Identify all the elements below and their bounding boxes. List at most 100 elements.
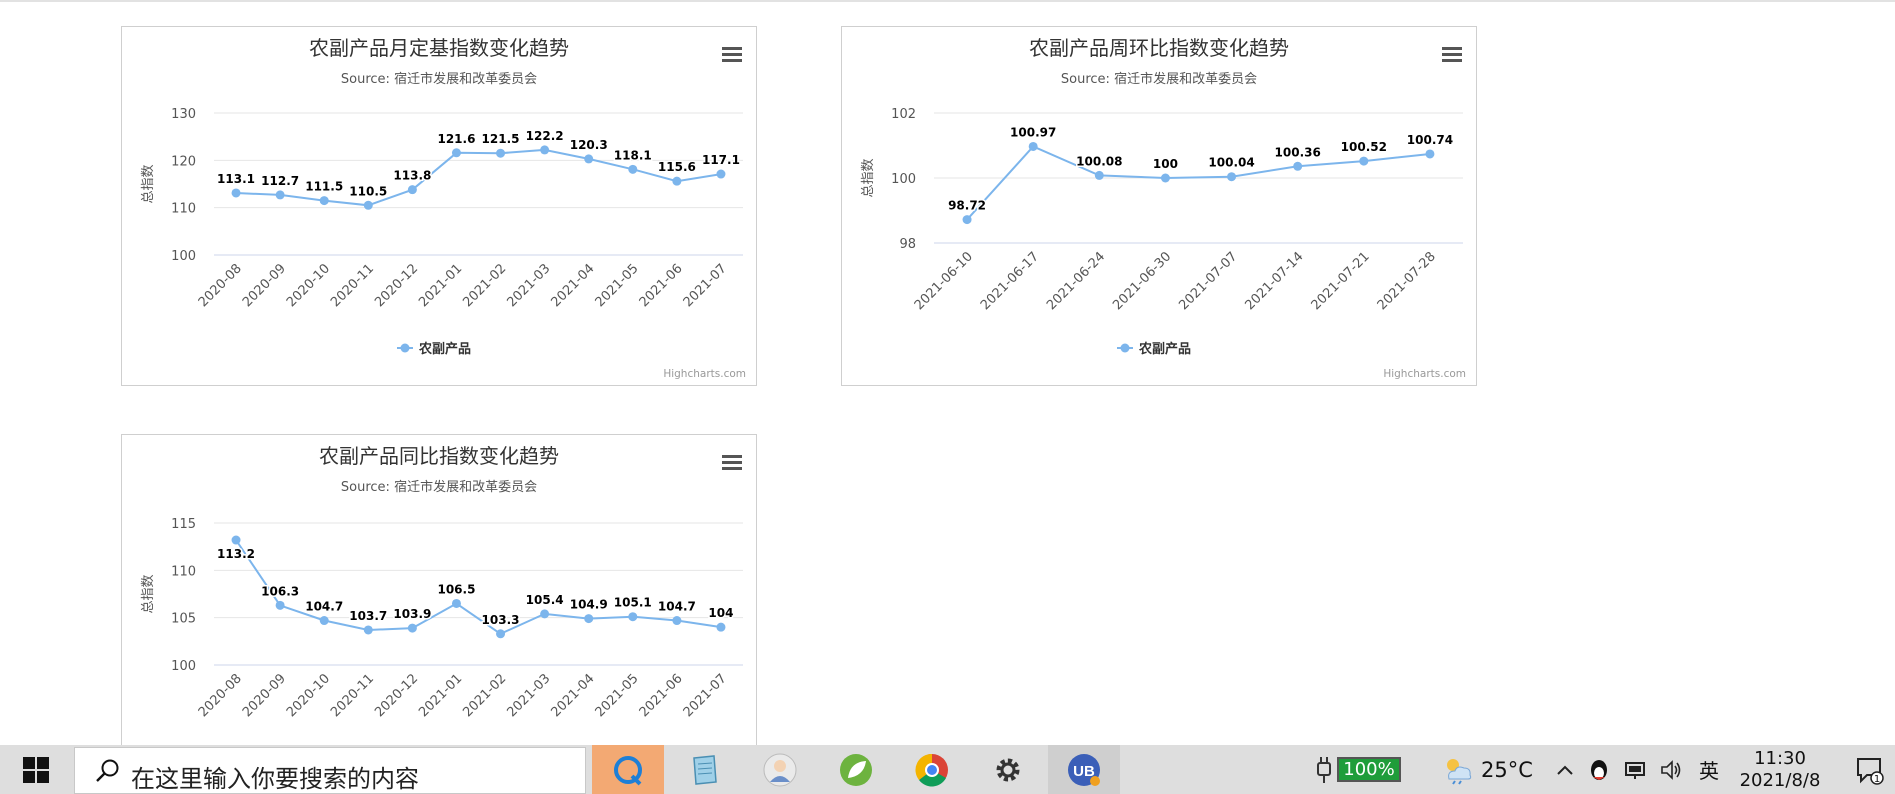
x-tick-label: 2021-05 [593,671,642,720]
x-tick-label: 2021-03 [504,261,553,310]
data-label: 100.97 [1010,125,1056,139]
x-tick-label: 2021-07 [681,261,730,310]
chart-title: 农副产品月定基指数变化趋势 [309,36,569,60]
chart-subtitle: Source: 宿迁市发展和改革委员会 [341,479,537,495]
y-tick-label: 130 [171,107,196,122]
y-axis-label: 总指数 [861,158,876,197]
data-label: 100.04 [1208,156,1254,170]
menu-line [722,47,742,50]
y-tick-label: 100 [171,249,196,264]
legend-marker [400,343,410,353]
taskbar-app-settings[interactable] [972,745,1044,794]
y-tick-label: 110 [171,202,196,217]
x-tick-label: 2020-09 [240,671,289,720]
x-tick-label: 2021-06-10 [912,249,976,313]
data-label: 118.1 [614,148,652,162]
qq-penguin-icon [1591,759,1607,780]
y-tick-label: 100 [891,172,916,187]
y-tick-label: 98 [899,237,916,252]
clock[interactable]: 11:30 2021/8/8 [1728,745,1832,794]
x-tick-label: 2020-08 [196,261,245,310]
taskbar-app-notepad[interactable] [668,745,740,794]
notepad-icon [693,754,717,785]
x-tick-label: 2021-01 [416,671,465,720]
tray-overflow-button[interactable] [1550,745,1580,794]
taskbar-search-box[interactable]: 在这里输入你要搜索的内容 [74,747,586,794]
weather-widget[interactable]: 25°C [1432,745,1542,794]
x-tick-label: 2021-02 [460,671,509,720]
legend-label: 农副产品 [418,341,471,357]
ub-app-icon: UB [1068,753,1100,786]
data-label: 113.1 [217,172,255,186]
data-point [1227,172,1237,182]
y-tick-label: 115 [171,517,196,532]
gear-icon [996,758,1020,781]
tray-qq[interactable] [1584,745,1614,794]
data-label: 103.9 [393,607,431,621]
data-label: 105.4 [526,593,564,607]
chart-container-monthly-base: 农副产品月定基指数变化趋势 Source: 宿迁市发展和改革委员会 总指数 100 11… [121,26,757,386]
x-tick-label: 2021-06-24 [1044,249,1108,313]
menu-line [722,455,742,458]
x-tick-label: 2021-07-21 [1309,249,1373,313]
weather-temperature: 25°C [1481,757,1533,782]
battery-indicator[interactable]: 100% [1312,745,1402,794]
chart-container-yoy: 农副产品同比指数变化趋势 Source: 宿迁市发展和改革委员会 总指数 100 105… [121,434,757,746]
x-tick-label: 2021-06 [637,261,686,310]
data-point [451,148,461,158]
y-tick-label: 102 [891,107,916,122]
menu-line [722,461,742,464]
taskbar-app-quick-assist[interactable] [592,745,664,794]
data-point [1160,173,1170,183]
data-point [1359,156,1369,166]
series-line [966,145,1431,221]
x-tick-label: 2021-06-30 [1110,249,1174,313]
data-point [716,622,726,632]
data-point [407,623,417,633]
data-label: 112.7 [261,174,299,188]
chart-title: 农副产品周环比指数变化趋势 [1029,36,1289,60]
data-point [496,629,506,639]
x-tick-label: 2020-10 [284,261,333,310]
data-point [275,600,285,610]
taskbar-app-spring[interactable] [820,745,892,794]
tray-network[interactable] [1620,745,1650,794]
y-axis-label: 总指数 [141,164,156,203]
x-tick-label: 2020-11 [328,671,377,720]
menu-line [1442,53,1462,56]
network-icon [1625,761,1645,779]
data-point [319,196,329,206]
taskbar-app-avatar[interactable] [744,745,816,794]
notification-center-button[interactable]: 1 [1850,745,1890,794]
data-label: 121.6 [437,132,475,146]
data-point [451,598,461,608]
input-method-indicator[interactable]: 英 [1694,745,1724,794]
x-tick-label: 2021-07-28 [1375,249,1439,313]
data-label: 111.5 [305,180,343,194]
data-point [363,200,373,210]
data-label: 106.3 [261,584,299,598]
tray-volume[interactable] [1656,745,1686,794]
data-point [231,535,241,545]
x-tick-label: 2021-07 [681,671,730,720]
taskbar-app-chrome[interactable] [896,745,968,794]
menu-line [722,467,742,470]
chart-monthly-base: 农副产品月定基指数变化趋势 Source: 宿迁市发展和改革委员会总指数 100 11… [141,36,746,380]
data-label: 103.7 [349,609,387,623]
x-tick-label: 2021-02 [460,261,509,310]
data-label: 122.2 [526,129,564,143]
data-point [496,148,506,158]
start-button[interactable] [0,745,72,794]
chart-credits: Highcharts.com [663,368,746,380]
hamburger-menu-icon [722,455,742,470]
taskbar: 在这里输入你要搜索的内容 UB 100% 25°C 英 11:30 2021/8… [0,745,1895,794]
data-point [275,190,285,200]
data-label: 98.72 [948,199,986,213]
data-point [1425,149,1435,159]
data-label: 106.5 [437,582,475,596]
x-tick-label: 2021-05 [593,261,642,310]
taskbar-app-ub[interactable]: UB [1048,745,1120,794]
menu-line [722,59,742,62]
menu-line [1442,47,1462,50]
search-icon [96,759,119,782]
